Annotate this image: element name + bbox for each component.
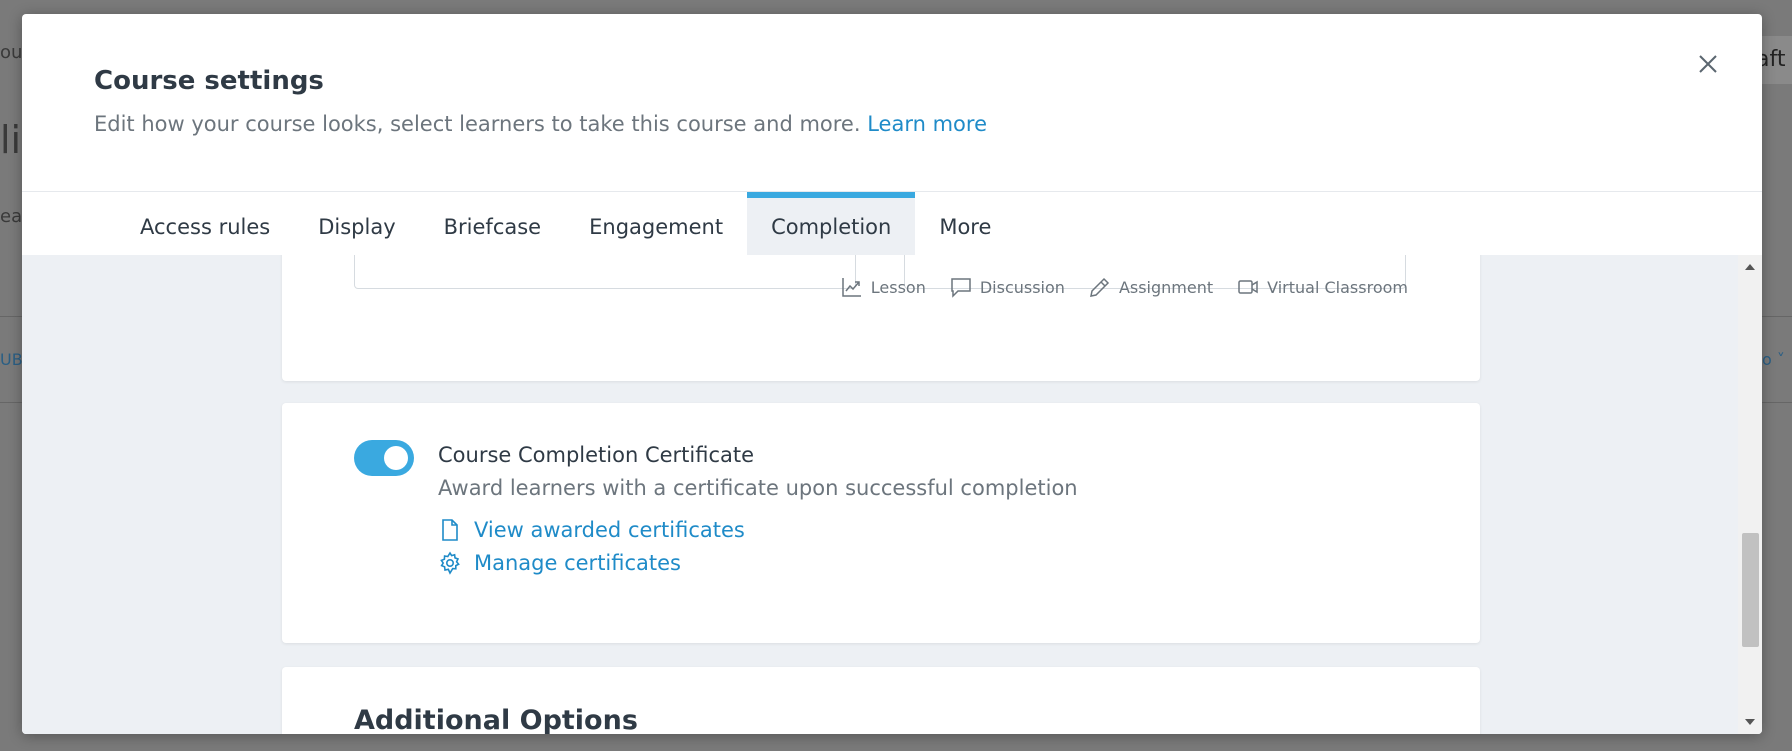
modal-title: Course settings [94,66,324,96]
speech-bubble-icon [951,278,971,298]
background-fragment: UB [0,350,23,369]
activity-assignment-label: Assignment [1118,277,1214,297]
activity-lesson-label: Lesson [870,277,926,297]
chart-line-icon [842,278,861,297]
close-icon [1699,55,1717,73]
scrollbar-thumb[interactable] [1742,533,1759,647]
activity-lesson: Lesson [841,276,926,298]
certificate-description: Award learners with a certificate upon s… [438,476,1078,500]
activity-virtual-classroom: Virtual Classroom [1237,276,1408,298]
additional-options-card: Additional Options [282,667,1480,734]
learn-more-link[interactable]: Learn more [867,112,987,136]
tab-completion[interactable]: Completion [747,192,916,256]
video-camera-icon [1238,280,1258,294]
additional-options-title: Additional Options [354,705,638,734]
manage-certificates-label: Manage certificates [474,551,681,575]
tab-access-rules[interactable]: Access rules [116,192,294,256]
scrollbar[interactable] [1738,255,1762,734]
activity-virtual-classroom-label: Virtual Classroom [1267,277,1408,297]
manage-certificates-link[interactable]: Manage certificates [438,551,681,575]
background-fragment: li [0,118,22,162]
settings-tabs: Access rules Display Briefcase Engagemen… [22,191,1762,256]
certificate-title: Course Completion Certificate [438,443,755,467]
modal-subtitle: Edit how your course looks, select learn… [94,112,987,136]
certificate-card: Course Completion Certificate Award lear… [282,403,1480,643]
view-awarded-certificates-label: View awarded certificates [474,518,745,542]
toggle-knob [384,446,408,470]
tab-engagement[interactable]: Engagement [565,192,747,256]
activity-discussion-label: Discussion [979,277,1065,297]
completion-rules-card: Lesson Discussion Assignment Virtual Cla… [282,255,1480,381]
tab-display[interactable]: Display [294,192,419,256]
modal-subtitle-text: Edit how your course looks, select learn… [94,112,861,136]
settings-scroll-area: Lesson Discussion Assignment Virtual Cla… [22,255,1762,734]
view-awarded-certificates-link[interactable]: View awarded certificates [438,518,745,542]
activity-discussion: Discussion [950,276,1065,298]
close-button[interactable] [1690,46,1726,82]
rule-input-left[interactable] [354,255,856,289]
document-icon [442,519,458,541]
course-settings-modal: Course settings Edit how your course loo… [22,14,1762,734]
modal-header: Course settings Edit how your course loo… [22,14,1762,191]
background-fragment: ea [0,206,23,227]
scroll-down-arrow[interactable] [1738,712,1762,732]
activity-types-row: Lesson Discussion Assignment Virtual Cla… [841,276,1408,298]
triangle-up-icon [1745,264,1755,270]
background-fragment: o ˅ [1762,350,1785,369]
triangle-down-icon [1745,719,1755,725]
certificate-toggle[interactable] [354,440,414,476]
gear-icon [440,551,460,575]
tab-briefcase[interactable]: Briefcase [420,192,565,256]
activity-assignment: Assignment [1089,276,1213,298]
scroll-up-arrow[interactable] [1738,257,1762,277]
tab-more[interactable]: More [915,192,1015,256]
pencil-icon [1089,277,1109,297]
